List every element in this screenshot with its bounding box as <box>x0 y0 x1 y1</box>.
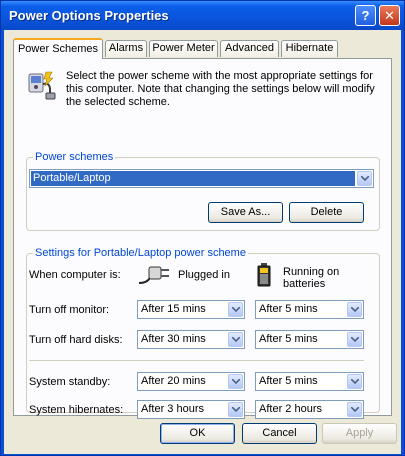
standby-battery-dropdown-arrow[interactable] <box>347 374 362 389</box>
power-scheme-dropdown-arrow[interactable] <box>357 171 372 186</box>
intro-text: Select the power scheme with the most ap… <box>66 70 375 108</box>
help-button[interactable]: ? <box>355 5 376 26</box>
monitor-battery-value: After 5 mins <box>259 303 318 315</box>
chevron-down-icon <box>232 337 240 342</box>
when-computer-is-label: When computer is: <box>29 269 121 281</box>
dialog-client: Power Schemes Alarms Power Meter Advance… <box>4 30 401 454</box>
tab-alarms[interactable]: Alarms <box>105 40 147 57</box>
hibernate-plugged-value: After 3 hours <box>141 403 204 415</box>
chevron-down-icon <box>232 379 240 384</box>
help-icon: ? <box>361 8 370 23</box>
tab-panel-power-schemes: Select the power scheme with the most ap… <box>13 58 392 419</box>
tab-advanced[interactable]: Advanced <box>220 40 279 57</box>
chevron-down-icon <box>351 337 359 342</box>
settings-separator <box>29 360 364 361</box>
plug-icon <box>138 266 169 284</box>
turn-off-monitor-label: Turn off monitor: <box>29 304 110 316</box>
hibernate-battery-dropdown-arrow[interactable] <box>347 402 362 417</box>
disks-battery-value: After 5 mins <box>259 333 318 345</box>
power-scheme-select[interactable]: Portable/Laptop <box>29 169 374 188</box>
standby-plugged-value: After 20 mins <box>141 375 206 387</box>
power-schemes-legend: Power schemes <box>33 151 116 163</box>
standby-plugged-select[interactable]: After 20 mins <box>137 372 245 391</box>
chevron-down-icon <box>232 307 240 312</box>
turn-off-hard-disks-label: Turn off hard disks: <box>29 334 123 346</box>
monitor-plugged-dropdown-arrow[interactable] <box>228 302 243 317</box>
disks-battery-dropdown-arrow[interactable] <box>347 332 362 347</box>
disks-plugged-value: After 30 mins <box>141 333 206 345</box>
monitor-battery-dropdown-arrow[interactable] <box>347 302 362 317</box>
power-schemes-group: Power schemes Portable/Laptop Save As...… <box>26 151 380 231</box>
running-on-batteries-label: Running on batteries <box>283 266 340 290</box>
chevron-down-icon <box>351 407 359 412</box>
monitor-plugged-value: After 15 mins <box>141 303 206 315</box>
system-hibernates-label: System hibernates: <box>29 404 124 416</box>
hibernate-battery-select[interactable]: After 2 hours <box>255 400 364 419</box>
standby-plugged-dropdown-arrow[interactable] <box>228 374 243 389</box>
window-title: Power Options Properties <box>9 8 169 23</box>
chevron-down-icon <box>232 407 240 412</box>
chevron-down-icon <box>361 176 369 181</box>
hibernate-plugged-dropdown-arrow[interactable] <box>228 402 243 417</box>
disks-plugged-dropdown-arrow[interactable] <box>228 332 243 347</box>
ok-button[interactable]: OK <box>160 423 235 444</box>
plugged-in-label: Plugged in <box>178 269 230 281</box>
title-bar[interactable]: Power Options Properties ? ✕ <box>1 1 404 30</box>
monitor-plugged-select[interactable]: After 15 mins <box>137 300 245 319</box>
tab-hibernate[interactable]: Hibernate <box>281 40 338 57</box>
tab-power-schemes[interactable]: Power Schemes <box>13 38 103 59</box>
system-standby-label: System standby: <box>29 376 111 388</box>
scheme-settings-group: Settings for Portable/Laptop power schem… <box>26 247 380 419</box>
power-plug-icon <box>28 71 56 100</box>
close-button[interactable]: ✕ <box>379 5 400 26</box>
scheme-settings-legend: Settings for Portable/Laptop power schem… <box>33 247 248 259</box>
disks-plugged-select[interactable]: After 30 mins <box>137 330 245 349</box>
delete-button[interactable]: Delete <box>289 202 364 223</box>
close-icon: ✕ <box>384 8 395 23</box>
tab-power-meter[interactable]: Power Meter <box>149 40 218 57</box>
power-scheme-value: Portable/Laptop <box>33 172 111 184</box>
hibernate-battery-value: After 2 hours <box>259 403 322 415</box>
hibernate-plugged-select[interactable]: After 3 hours <box>137 400 245 419</box>
save-as-button[interactable]: Save As... <box>208 202 283 223</box>
chevron-down-icon <box>351 307 359 312</box>
apply-button[interactable]: Apply <box>322 423 397 444</box>
chevron-down-icon <box>351 379 359 384</box>
battery-icon <box>257 263 271 287</box>
dialog-window: Power Options Properties ? ✕ Power Schem… <box>0 0 405 456</box>
cancel-button[interactable]: Cancel <box>242 423 317 444</box>
standby-battery-value: After 5 mins <box>259 375 318 387</box>
disks-battery-select[interactable]: After 5 mins <box>255 330 364 349</box>
standby-battery-select[interactable]: After 5 mins <box>255 372 364 391</box>
monitor-battery-select[interactable]: After 5 mins <box>255 300 364 319</box>
